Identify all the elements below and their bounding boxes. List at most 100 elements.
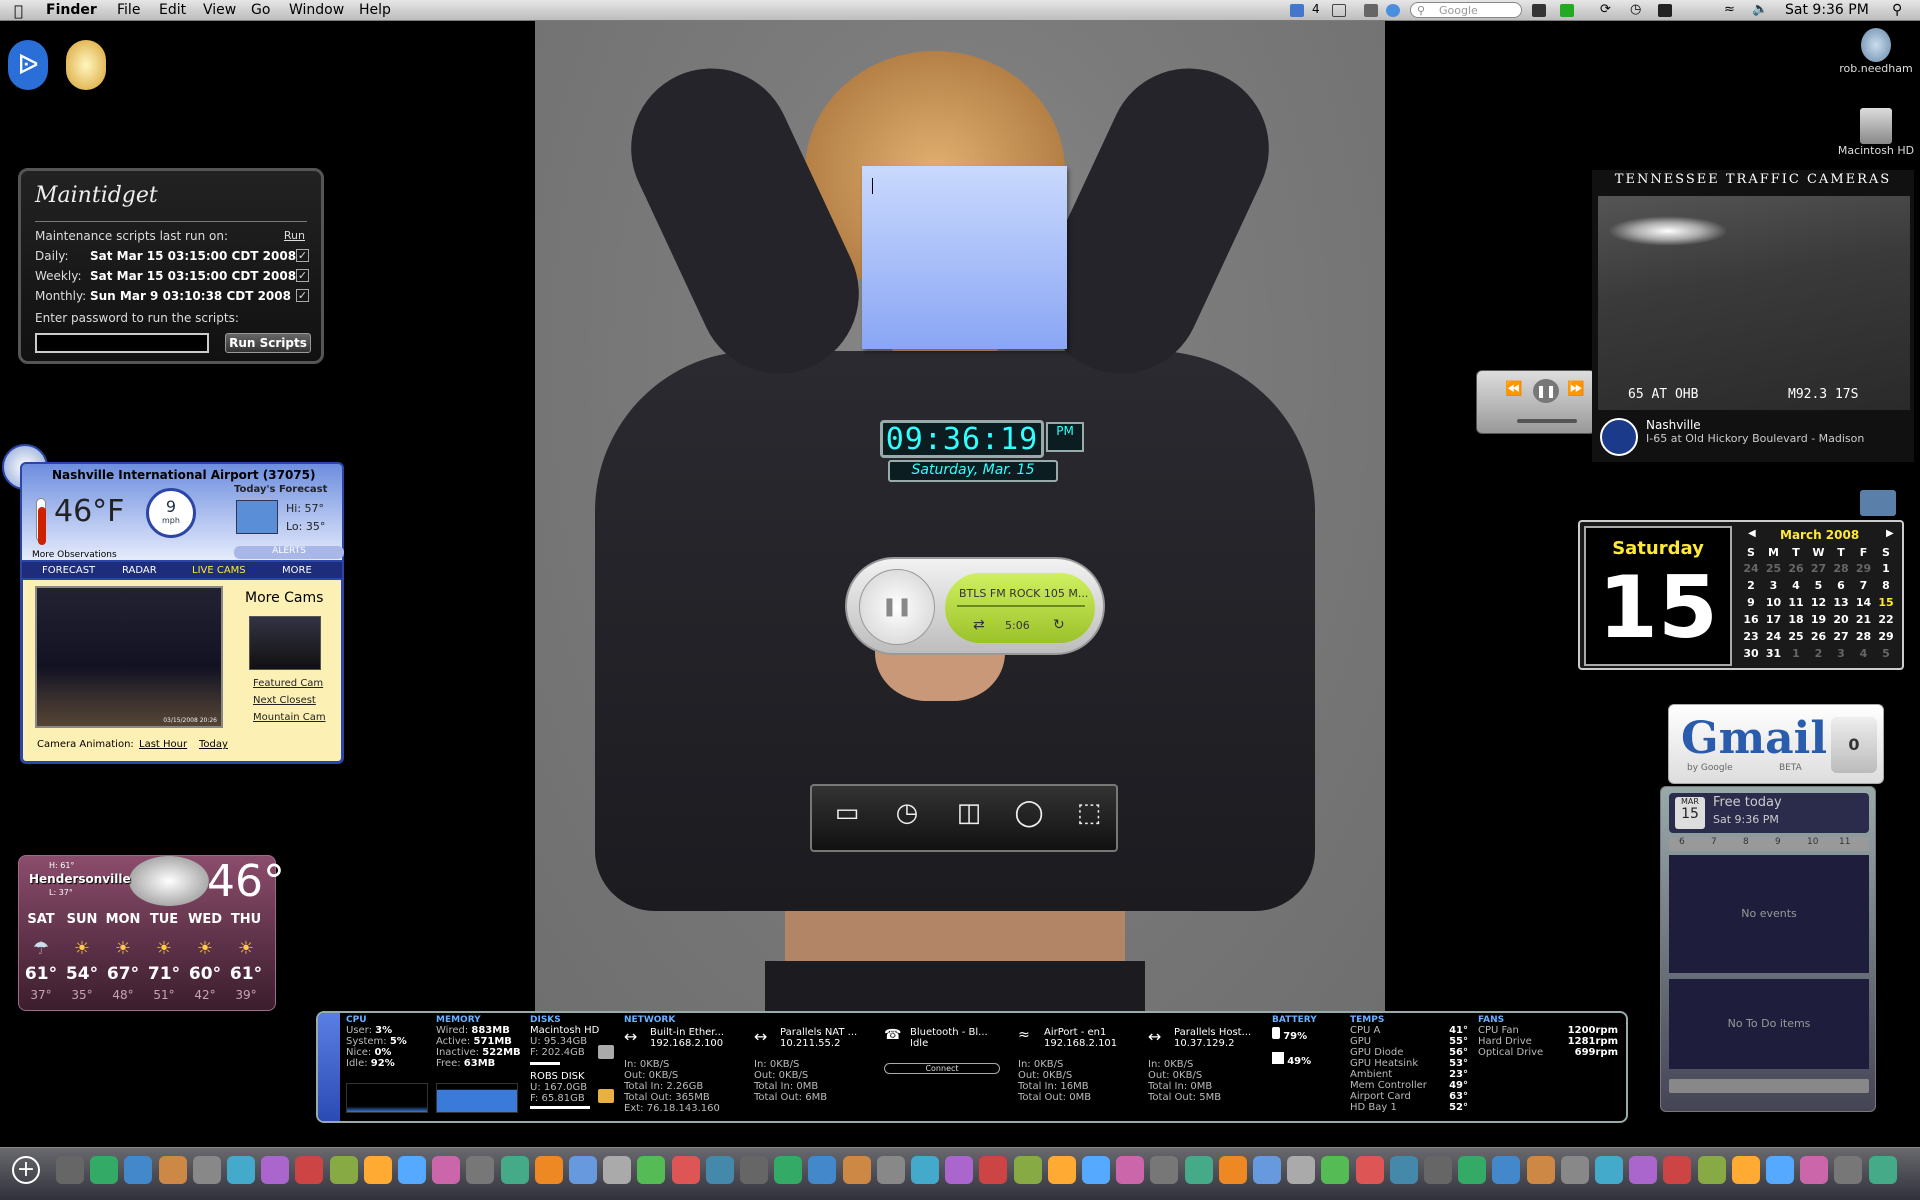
calendar-day[interactable]: 4	[1853, 647, 1875, 660]
gauge-icon[interactable]: ◯	[1012, 798, 1046, 828]
dock-app-icon[interactable]	[774, 1156, 803, 1184]
calendar-day[interactable]: 4	[1785, 579, 1807, 592]
next-closest-link[interactable]: Next Closest	[253, 695, 316, 706]
calendar-day[interactable]: 21	[1853, 613, 1875, 626]
dock-app-icon[interactable]	[1287, 1156, 1316, 1184]
calendar-day[interactable]: 30	[1740, 647, 1762, 660]
volume-menu-icon[interactable]: 🔈	[1752, 2, 1768, 17]
dock-app-icon[interactable]	[329, 1156, 358, 1184]
display-menu-icon[interactable]	[1658, 4, 1672, 17]
calendar-day[interactable]: 31	[1763, 647, 1785, 660]
dock-app-icon[interactable]	[911, 1156, 939, 1184]
calendar-day[interactable]: 3	[1830, 647, 1852, 660]
calendar-day[interactable]: 27	[1808, 562, 1830, 575]
tab-forecast[interactable]: FORECAST	[42, 565, 95, 576]
dock-app-icon[interactable]	[876, 1156, 905, 1184]
menu-file[interactable]: File	[117, 2, 140, 18]
calendar-day[interactable]: 10	[1763, 596, 1785, 609]
calendar-day[interactable]: 11	[1785, 596, 1807, 609]
dock-app-icon[interactable]	[1355, 1156, 1384, 1184]
prev-month-icon[interactable]: ◀	[1748, 528, 1756, 539]
dock-app-icon[interactable]	[158, 1156, 187, 1184]
dock-app-icon[interactable]	[295, 1156, 324, 1184]
dock-app-icon[interactable]	[842, 1156, 871, 1184]
dock-app-icon[interactable]	[945, 1156, 974, 1184]
dock-app-icon[interactable]	[1150, 1156, 1179, 1184]
calendar-day[interactable]: 23	[1740, 630, 1762, 643]
run-link[interactable]: Run	[284, 229, 305, 242]
dock-app-icon[interactable]	[1184, 1156, 1213, 1184]
featured-cam-link[interactable]: Featured Cam	[253, 678, 323, 689]
dock-app-icon[interactable]	[1253, 1156, 1281, 1184]
dock-app-icon[interactable]	[1389, 1156, 1418, 1184]
calendar-day[interactable]: 8	[1875, 579, 1897, 592]
daily-checkbox[interactable]: ✓	[296, 249, 309, 262]
istat-sidebar[interactable]	[318, 1013, 340, 1121]
shuffle-icon[interactable]: ⇄	[973, 617, 985, 633]
dock-app-icon[interactable]	[1047, 1156, 1076, 1184]
calendar-day[interactable]: 29	[1875, 630, 1897, 643]
dock-app-icon[interactable]	[979, 1156, 1008, 1184]
google-search-field[interactable]: ⚲ Google	[1410, 2, 1522, 18]
screen-capture-icon[interactable]: ▭	[830, 798, 864, 828]
dock-app-icon[interactable]	[808, 1156, 837, 1184]
timer-capture-icon[interactable]: ◷	[890, 798, 924, 828]
calendar-day[interactable]: 18	[1785, 613, 1807, 626]
dock-app-icon[interactable]	[1218, 1156, 1247, 1184]
dock-app-icon[interactable]	[1458, 1156, 1487, 1184]
folder-icon[interactable]	[1860, 490, 1896, 516]
monthly-checkbox[interactable]: ✓	[296, 289, 309, 302]
calendar-day[interactable]: 9	[1740, 596, 1762, 609]
calendar-day[interactable]: 26	[1808, 630, 1830, 643]
connect-button[interactable]: Connect	[884, 1063, 1000, 1074]
dock-app-icon[interactable]	[534, 1156, 563, 1184]
dashboard-add-icon[interactable]: +	[12, 1156, 40, 1184]
dock-app-icon[interactable]	[1766, 1156, 1794, 1184]
dock-app-icon[interactable]	[227, 1156, 255, 1184]
dock-app-icon[interactable]	[500, 1156, 529, 1184]
ical-footer-bar[interactable]	[1669, 1079, 1869, 1093]
calendar-day[interactable]: 14	[1853, 596, 1875, 609]
volume-slider[interactable]	[1517, 419, 1577, 423]
last-hour-link[interactable]: Last Hour	[139, 739, 187, 750]
calendar-day[interactable]: 29	[1853, 562, 1875, 575]
dock-app-icon[interactable]	[1595, 1156, 1623, 1184]
calendar-day[interactable]: 25	[1785, 630, 1807, 643]
dock-app-icon[interactable]	[398, 1156, 426, 1184]
activity-menu-icon[interactable]	[1560, 4, 1574, 17]
calendar-day[interactable]: 5	[1808, 579, 1830, 592]
dock-app-icon[interactable]	[90, 1156, 119, 1184]
menu-go[interactable]: Go	[251, 2, 270, 18]
tab-more[interactable]: MORE	[282, 565, 312, 576]
calendar-day[interactable]: 24	[1763, 630, 1785, 643]
selection-capture-icon[interactable]: ⬚	[1072, 798, 1106, 828]
more-cam-thumbnail[interactable]	[249, 616, 321, 670]
calendar-day[interactable]: 7	[1853, 579, 1875, 592]
dock-app-icon[interactable]	[1697, 1156, 1726, 1184]
dock-app-icon[interactable]	[1492, 1156, 1521, 1184]
dock-app-icon[interactable]	[705, 1156, 734, 1184]
menu-window[interactable]: Window	[289, 2, 344, 18]
dock-app-icon[interactable]	[1321, 1156, 1350, 1184]
dock-app-icon[interactable]	[1013, 1156, 1042, 1184]
script-menu-icon[interactable]	[1364, 4, 1378, 17]
dock-app-icon[interactable]	[740, 1156, 768, 1184]
calendar-day[interactable]: 28	[1830, 562, 1852, 575]
menu-view[interactable]: View	[203, 2, 236, 18]
tab-radar[interactable]: RADAR	[122, 565, 157, 576]
rewind-icon[interactable]: ⏪	[1505, 381, 1522, 397]
dock-app-icon[interactable]	[124, 1156, 153, 1184]
menu-help[interactable]: Help	[359, 2, 391, 18]
more-observations-link[interactable]: More Observations	[32, 550, 117, 560]
calendar-menu-icon[interactable]	[1290, 4, 1304, 17]
bluetooth-icon[interactable]: ᐉ	[8, 40, 48, 90]
alerts-button[interactable]: ALERTS	[234, 546, 344, 559]
live-cam-image[interactable]: 03/15/2008 20:26	[35, 586, 223, 728]
time-machine-menu-icon[interactable]: ◷	[1630, 2, 1641, 17]
airport-menu-icon[interactable]: ≈	[1724, 2, 1735, 17]
calendar-day[interactable]: 28	[1853, 630, 1875, 643]
disk-desktop-icon[interactable]: Macintosh HD	[1832, 108, 1920, 157]
calendar-day[interactable]: 6	[1830, 579, 1852, 592]
dock-app-icon[interactable]	[671, 1156, 700, 1184]
calendar-day[interactable]: 24	[1740, 562, 1762, 575]
